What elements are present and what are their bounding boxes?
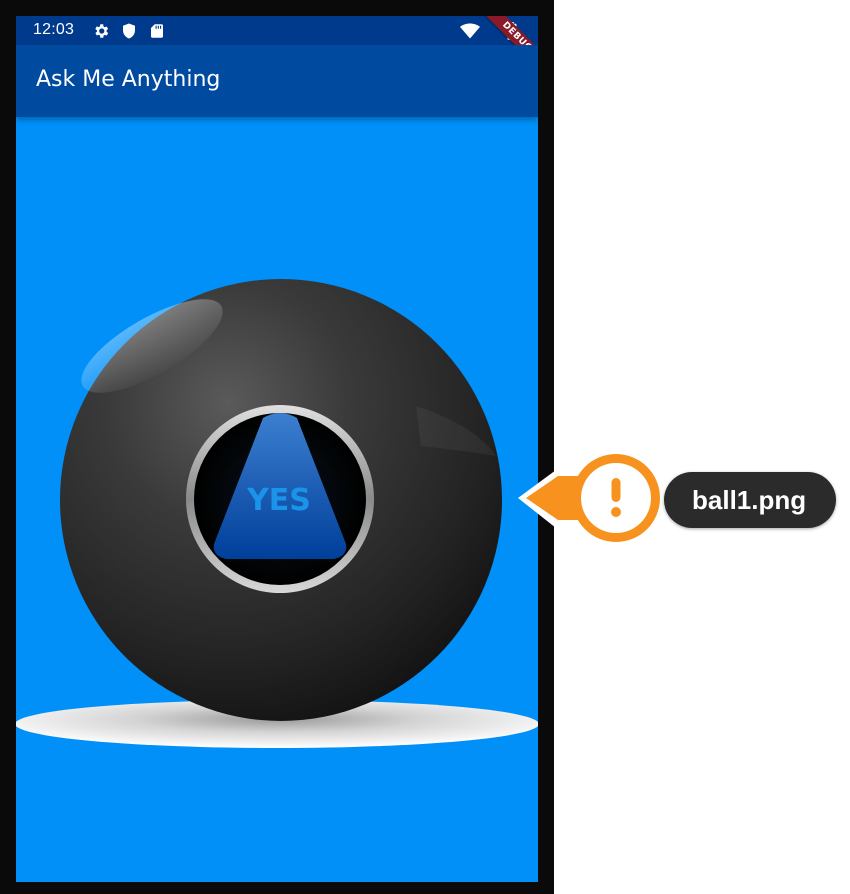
annotation-callout: ball1.png	[516, 440, 850, 550]
gear-icon	[92, 22, 110, 40]
phone-screen: 12:03 DEBUG Ask Me Anything YES	[16, 16, 538, 882]
exclamation-icon	[611, 478, 621, 517]
app-title: Ask Me Anything	[36, 67, 221, 92]
status-bar: 12:03 DEBUG	[16, 16, 538, 81]
shield-icon	[120, 22, 138, 40]
sd-card-icon	[148, 22, 166, 40]
app-bar: Ask Me Anything	[16, 45, 538, 117]
status-time: 12:03	[33, 21, 75, 38]
magic-8-ball-image[interactable]: YES	[16, 256, 538, 756]
annotation-filename: ball1.png	[664, 472, 837, 528]
phone-frame: 12:03 DEBUG Ask Me Anything YES	[0, 0, 554, 894]
wifi-icon	[460, 22, 480, 40]
stage: 12:03 DEBUG Ask Me Anything YES ball1.pn…	[0, 0, 850, 894]
answer-text: YES	[246, 483, 311, 518]
